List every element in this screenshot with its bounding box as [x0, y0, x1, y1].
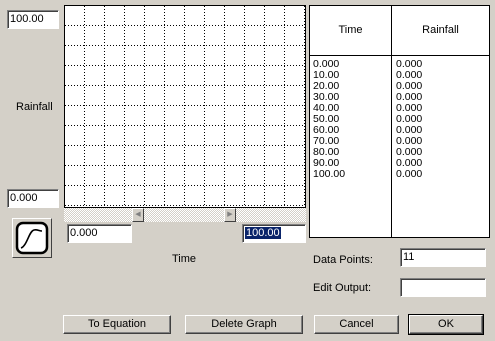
x-axis-label: Time	[172, 253, 197, 265]
cell-rainfall[interactable]: 0.000	[396, 169, 422, 180]
cancel-button[interactable]: Cancel	[314, 315, 399, 334]
to-equation-button[interactable]: To Equation	[63, 315, 171, 334]
y-max-value: 100.00	[10, 13, 44, 25]
x-max-input[interactable]: 100.00	[242, 224, 306, 243]
graph-horizontal-scrollbar[interactable]: ◀ ▶	[64, 208, 306, 222]
curve-shape-icon	[15, 221, 49, 255]
curve-shape-button[interactable]	[12, 218, 52, 258]
arrow-left-icon: ◀	[135, 211, 141, 218]
column-header-time[interactable]: Time	[310, 6, 391, 55]
scroll-left-button[interactable]: ◀	[132, 208, 144, 222]
y-axis-label: Rainfall	[16, 101, 53, 113]
graph-plot-area[interactable]	[64, 5, 306, 208]
cell-time[interactable]: 100.00	[313, 169, 345, 180]
data-points-value: 11	[403, 251, 415, 263]
data-points-input[interactable]: 11	[400, 248, 486, 267]
data-points-label: Data Points:	[313, 254, 373, 266]
scroll-right-button[interactable]: ▶	[224, 208, 236, 222]
column-header-rainfall[interactable]: Rainfall	[392, 6, 489, 55]
arrow-right-icon: ▶	[227, 211, 233, 218]
table-body: 0.000 0.000 10.00 0.000 20.00 0.000 30.00 0.…	[310, 59, 489, 180]
y-min-value: 0.000	[10, 192, 38, 204]
table-row[interactable]: 100.00 0.000	[310, 169, 489, 180]
delete-graph-button[interactable]: Delete Graph	[185, 315, 303, 334]
ok-button[interactable]: OK	[408, 314, 484, 335]
scroll-track[interactable]	[144, 208, 224, 222]
x-min-input[interactable]: 0.000	[67, 224, 132, 243]
y-max-input[interactable]: 100.00	[7, 10, 59, 29]
table-header: Time Rainfall	[310, 6, 489, 56]
graph-grid	[65, 6, 305, 207]
edit-output-input[interactable]	[400, 278, 486, 297]
y-min-input[interactable]: 0.000	[7, 189, 59, 208]
data-table[interactable]: Time Rainfall 0.000 0.000 10.00 0.000 20.0…	[309, 5, 490, 238]
x-min-value: 0.000	[70, 227, 98, 239]
x-max-value: 100.00	[245, 227, 281, 239]
edit-output-label: Edit Output:	[313, 282, 372, 294]
